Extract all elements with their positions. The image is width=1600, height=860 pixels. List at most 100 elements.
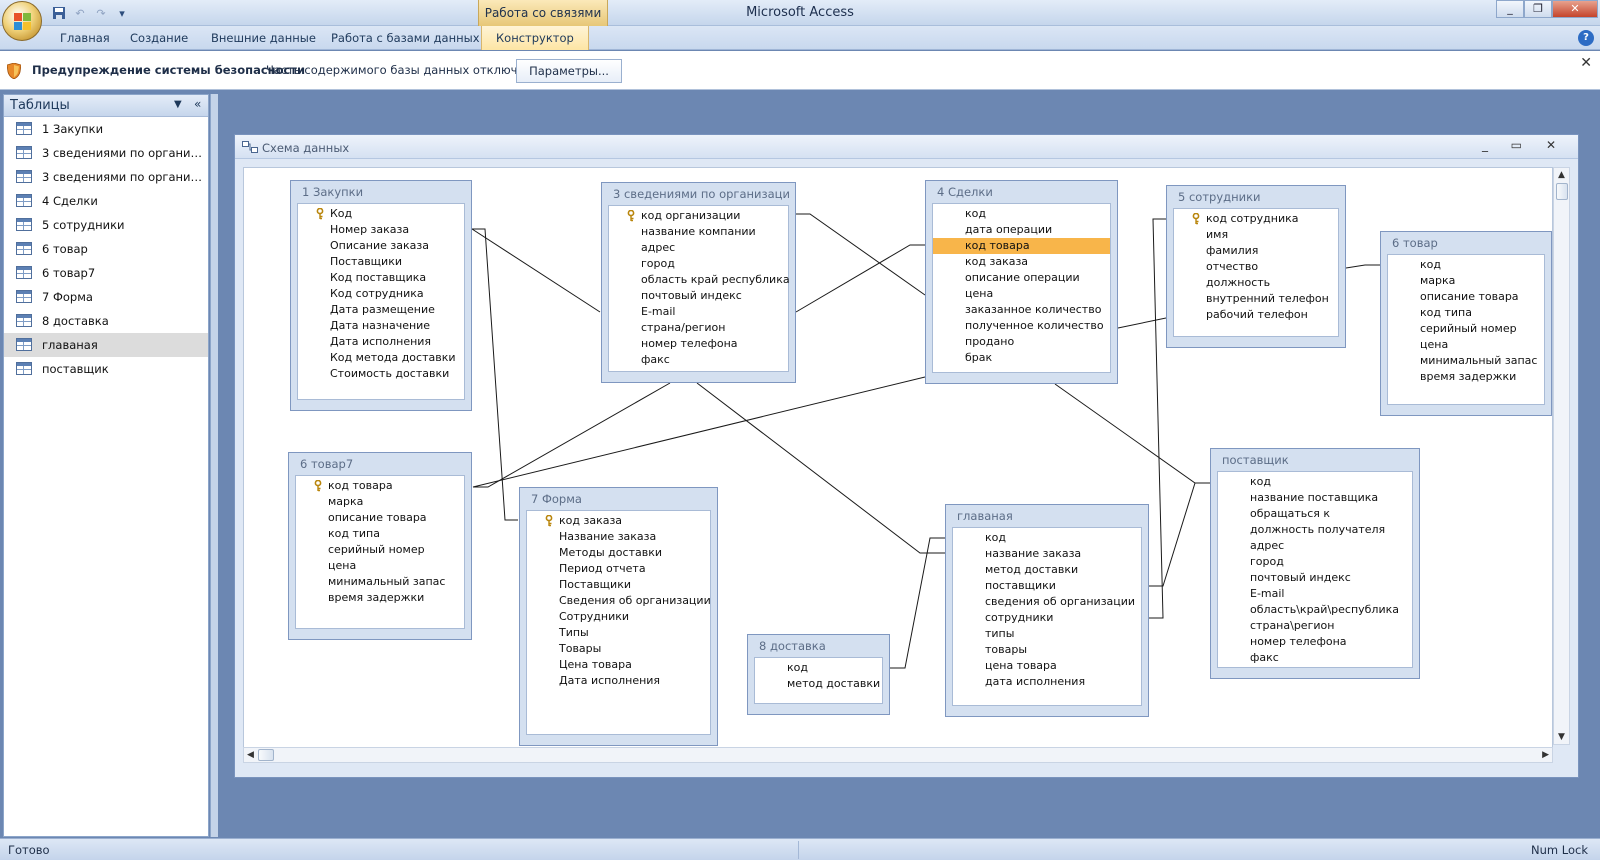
field-row[interactable]: код типа <box>1388 305 1544 321</box>
table-box-postavshik[interactable]: поставщик код название поставщика обраща… <box>1210 448 1420 679</box>
nav-item-tovar[interactable]: 6 товар <box>4 237 208 261</box>
field-row[interactable]: E-mail <box>609 304 788 320</box>
field-row[interactable]: имя <box>1174 227 1338 243</box>
field-row[interactable]: сведения об организации <box>953 594 1141 610</box>
field-row[interactable]: описание товара <box>296 510 464 526</box>
field-row[interactable]: описание товара <box>1388 289 1544 305</box>
table-box-forma[interactable]: 7 Форма код заказа Название заказа Метод… <box>519 487 718 746</box>
field-row[interactable]: факс <box>1218 650 1412 666</box>
close-icon[interactable]: ✕ <box>1580 55 1592 71</box>
nav-item-sotrudniki[interactable]: 5 сотрудники <box>4 213 208 237</box>
field-row[interactable]: дата операции <box>933 222 1110 238</box>
nav-item-glavnaya[interactable]: главаная <box>4 333 208 357</box>
field-row[interactable]: страна/регион <box>609 320 788 336</box>
scroll-left-icon[interactable]: ◀ <box>247 750 254 760</box>
field-row[interactable]: Код сотрудника <box>298 286 464 302</box>
field-row[interactable]: товары <box>953 642 1141 658</box>
field-row[interactable]: дата исполнения <box>953 674 1141 690</box>
field-row[interactable]: обращаться к <box>1218 506 1412 522</box>
field-row[interactable]: Название заказа <box>527 529 710 545</box>
scroll-up-icon[interactable]: ▲ <box>1558 170 1565 180</box>
window-minimize-icon[interactable]: _ <box>1482 138 1488 152</box>
field-row[interactable]: полученное количество <box>933 318 1110 334</box>
field-row[interactable]: код <box>755 660 882 676</box>
field-row[interactable]: Стоимость доставки <box>298 366 464 382</box>
horizontal-scroll-thumb[interactable] <box>258 749 274 761</box>
field-row[interactable]: должность <box>1174 275 1338 291</box>
field-row[interactable]: адрес <box>609 240 788 256</box>
field-row[interactable]: цена <box>1388 337 1544 353</box>
field-row[interactable]: фамилия <box>1174 243 1338 259</box>
field-row[interactable]: Методы доставки <box>527 545 710 561</box>
field-row[interactable]: код <box>1218 474 1412 490</box>
field-row[interactable]: типы <box>953 626 1141 642</box>
pane-splitter[interactable] <box>210 94 218 837</box>
field-row[interactable]: Дата размещение <box>298 302 464 318</box>
field-row[interactable]: код товара <box>296 478 464 494</box>
tab-home[interactable]: Главная <box>60 26 110 50</box>
field-row[interactable]: цена товара <box>953 658 1141 674</box>
horizontal-scrollbar[interactable]: ◀ ▶ <box>243 747 1553 763</box>
field-row[interactable]: Код поставщика <box>298 270 464 286</box>
field-row[interactable]: адрес <box>1218 538 1412 554</box>
field-row[interactable]: минимальный запас <box>1388 353 1544 369</box>
field-row[interactable]: код сотрудника <box>1174 211 1338 227</box>
nav-pane-header[interactable]: Таблицы ▼ « <box>4 95 208 117</box>
office-button[interactable] <box>2 1 42 41</box>
tab-create[interactable]: Создание <box>130 26 188 50</box>
field-row[interactable]: должность получателя <box>1218 522 1412 538</box>
close-button[interactable]: ✕ <box>1552 0 1598 18</box>
table-box-glavnaya[interactable]: главаная код название заказа метод доста… <box>945 504 1149 717</box>
table-box-tovar7[interactable]: 6 товар7 код товара марка описание товар… <box>288 452 472 640</box>
field-row[interactable]: цена <box>296 558 464 574</box>
field-row[interactable]: номер телефона <box>609 336 788 352</box>
field-row[interactable]: брак <box>933 350 1110 366</box>
field-row-selected[interactable]: код товара <box>933 238 1110 254</box>
field-row[interactable]: код <box>1388 257 1544 273</box>
field-row[interactable]: серийный номер <box>1388 321 1544 337</box>
field-row[interactable]: название заказа <box>953 546 1141 562</box>
field-row[interactable]: описание операции <box>933 270 1110 286</box>
field-row[interactable]: рабочий телефон <box>1174 307 1338 323</box>
field-row[interactable]: время задержки <box>1388 369 1544 385</box>
redo-icon[interactable]: ↷ <box>92 5 110 21</box>
nav-item-zakupki[interactable]: 1 Закупки <box>4 117 208 141</box>
field-row[interactable]: Описание заказа <box>298 238 464 254</box>
field-row[interactable]: код <box>953 530 1141 546</box>
field-row[interactable]: марка <box>1388 273 1544 289</box>
table-box-svedeniya[interactable]: 3 сведениями по организации7 код организ… <box>601 182 796 383</box>
field-row[interactable]: цена <box>933 286 1110 302</box>
field-row[interactable]: сотрудники <box>953 610 1141 626</box>
field-row[interactable]: название поставщика <box>1218 490 1412 506</box>
nav-item-svedeniya7[interactable]: 3 сведениями по организации7 <box>4 165 208 189</box>
field-row[interactable]: отчество <box>1174 259 1338 275</box>
field-row[interactable]: внутренний телефон <box>1174 291 1338 307</box>
collapse-pane-icon[interactable]: « <box>194 97 201 111</box>
save-icon[interactable] <box>50 5 68 21</box>
tab-database-tools[interactable]: Работа с базами данных <box>331 26 480 50</box>
field-row[interactable]: город <box>609 256 788 272</box>
field-row[interactable]: код заказа <box>527 513 710 529</box>
field-row[interactable]: E-mail <box>1218 586 1412 602</box>
field-row[interactable]: Номер заказа <box>298 222 464 238</box>
field-row[interactable]: Сведения об организации <box>527 593 711 609</box>
field-row[interactable]: метод доставки <box>755 676 882 692</box>
field-row[interactable]: минимальный запас <box>296 574 464 590</box>
field-row[interactable]: название компании <box>609 224 788 240</box>
field-row[interactable]: Поставщики <box>298 254 464 270</box>
field-row[interactable]: Сотрудники <box>527 609 710 625</box>
scroll-right-icon[interactable]: ▶ <box>1542 750 1549 760</box>
table-box-sotrudniki[interactable]: 5 сотрудники код сотрудника имя фамилия … <box>1166 185 1346 348</box>
window-close-icon[interactable]: ✕ <box>1546 138 1556 152</box>
field-row[interactable]: Код <box>298 206 464 222</box>
field-row[interactable]: код организации <box>609 208 788 224</box>
tab-external-data[interactable]: Внешние данные <box>211 26 316 50</box>
table-box-zakupki[interactable]: 1 Закупки Код Номер заказа Описание зака… <box>290 180 472 411</box>
maximize-button[interactable]: ❐ <box>1524 0 1552 18</box>
field-row[interactable]: поставщики <box>953 578 1141 594</box>
field-row[interactable]: почтовый индекс <box>609 288 788 304</box>
field-row[interactable]: Дата назначение <box>298 318 464 334</box>
field-row[interactable]: серийный номер <box>296 542 464 558</box>
field-row[interactable]: Типы <box>527 625 710 641</box>
nav-item-forma[interactable]: 7 Форма <box>4 285 208 309</box>
